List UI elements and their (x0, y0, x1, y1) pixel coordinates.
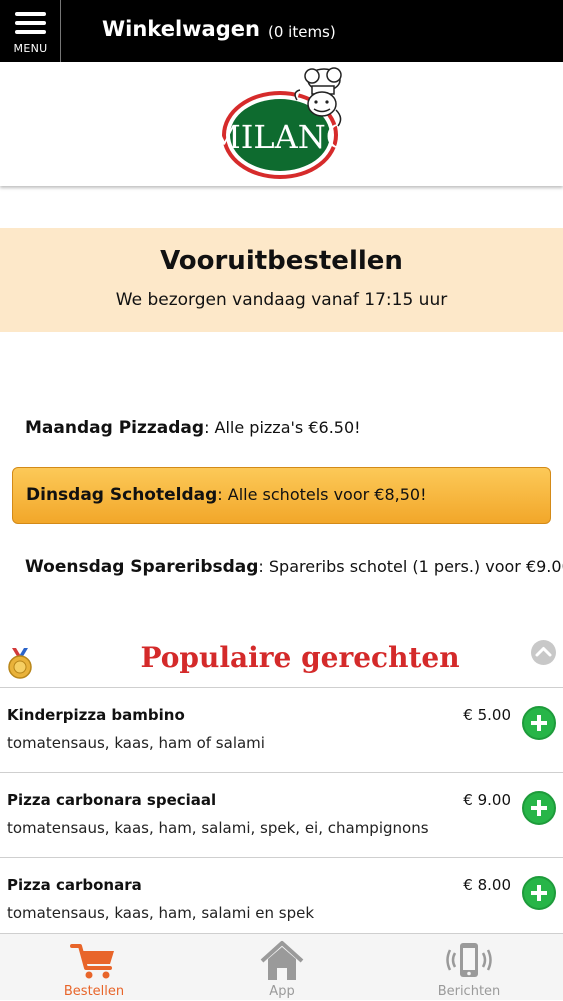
milano-logo: MILANO (212, 67, 352, 179)
deal-tuesday: Dinsdag Schoteldag: Alle schotels voor €… (26, 485, 427, 505)
banner-title: Vooruitbestellen (160, 246, 403, 276)
menu-label: MENU (13, 42, 48, 55)
item-name: Pizza carbonara speciaal (7, 791, 217, 809)
item-price: € 5.00 (463, 706, 511, 724)
nav-label: App (269, 984, 295, 999)
list-item[interactable]: Kinderpizza bambino tomatensaus, kaas, h… (0, 687, 563, 772)
deal-tuesday-highlight[interactable]: Dinsdag Schoteldag: Alle schotels voor €… (12, 467, 551, 524)
item-price: € 9.00 (463, 791, 511, 809)
nav-label: Berichten (437, 984, 501, 999)
cart-count[interactable]: (0 items) (268, 23, 336, 41)
nav-app[interactable]: App (188, 934, 376, 1001)
banner-subtitle: We bezorgen vandaag vanaf 17:15 uur (115, 290, 448, 310)
collapse-button[interactable] (531, 640, 556, 665)
deal-text: : Spareribs schotel (1 pers.) voor €9.00… (258, 557, 563, 576)
home-icon (260, 941, 304, 980)
item-name: Pizza carbonara (7, 876, 142, 894)
deal-wednesday: Woensdag Spareribsdag: Spareribs schotel… (25, 557, 563, 577)
deal-day: Maandag Pizzadag (25, 418, 205, 438)
preorder-banner: Vooruitbestellen We bezorgen vandaag van… (0, 228, 563, 332)
deal-day: Dinsdag Schoteldag (26, 485, 218, 505)
hamburger-icon (15, 12, 46, 34)
deal-text: : Alle pizza's €6.50! (204, 418, 361, 437)
deal-monday: Maandag Pizzadag: Alle pizza's €6.50! (25, 418, 361, 438)
menu-button[interactable]: MENU (0, 0, 61, 62)
list-item[interactable]: Pizza carbonara speciaal tomatensaus, ka… (0, 772, 563, 857)
phone-icon (446, 943, 492, 977)
deal-day: Woensdag Spareribsdag (25, 557, 259, 577)
item-price: € 8.00 (463, 876, 511, 894)
add-to-cart-button[interactable] (522, 876, 556, 910)
add-to-cart-button[interactable] (522, 706, 556, 740)
nav-bestellen[interactable]: Bestellen (0, 934, 188, 1001)
svg-text:MILANO: MILANO (212, 118, 352, 156)
deal-text: : Alle schotels voor €8,50! (217, 485, 427, 504)
nav-label: Bestellen (63, 984, 125, 999)
add-to-cart-button[interactable] (522, 791, 556, 825)
chevron-up-icon (535, 647, 552, 657)
top-bar: MENU Winkelwagen (0 items) (0, 0, 563, 62)
popular-title: Populaire gerechten (140, 641, 460, 674)
item-description: tomatensaus, kaas, ham, salami, spek, ei… (7, 819, 429, 837)
nav-berichten[interactable]: Berichten (375, 934, 563, 1001)
bottom-nav: Bestellen App Berichten (0, 933, 563, 1000)
cart-icon (70, 944, 114, 979)
cart-title[interactable]: Winkelwagen (102, 17, 260, 41)
logo-area: MILANO (0, 62, 563, 186)
item-name: Kinderpizza bambino (7, 706, 185, 724)
list-item[interactable]: Pizza carbonara tomatensaus, kaas, ham, … (0, 857, 563, 942)
item-description: tomatensaus, kaas, ham of salami (7, 734, 265, 752)
item-description: tomatensaus, kaas, ham, salami en spek (7, 904, 315, 922)
